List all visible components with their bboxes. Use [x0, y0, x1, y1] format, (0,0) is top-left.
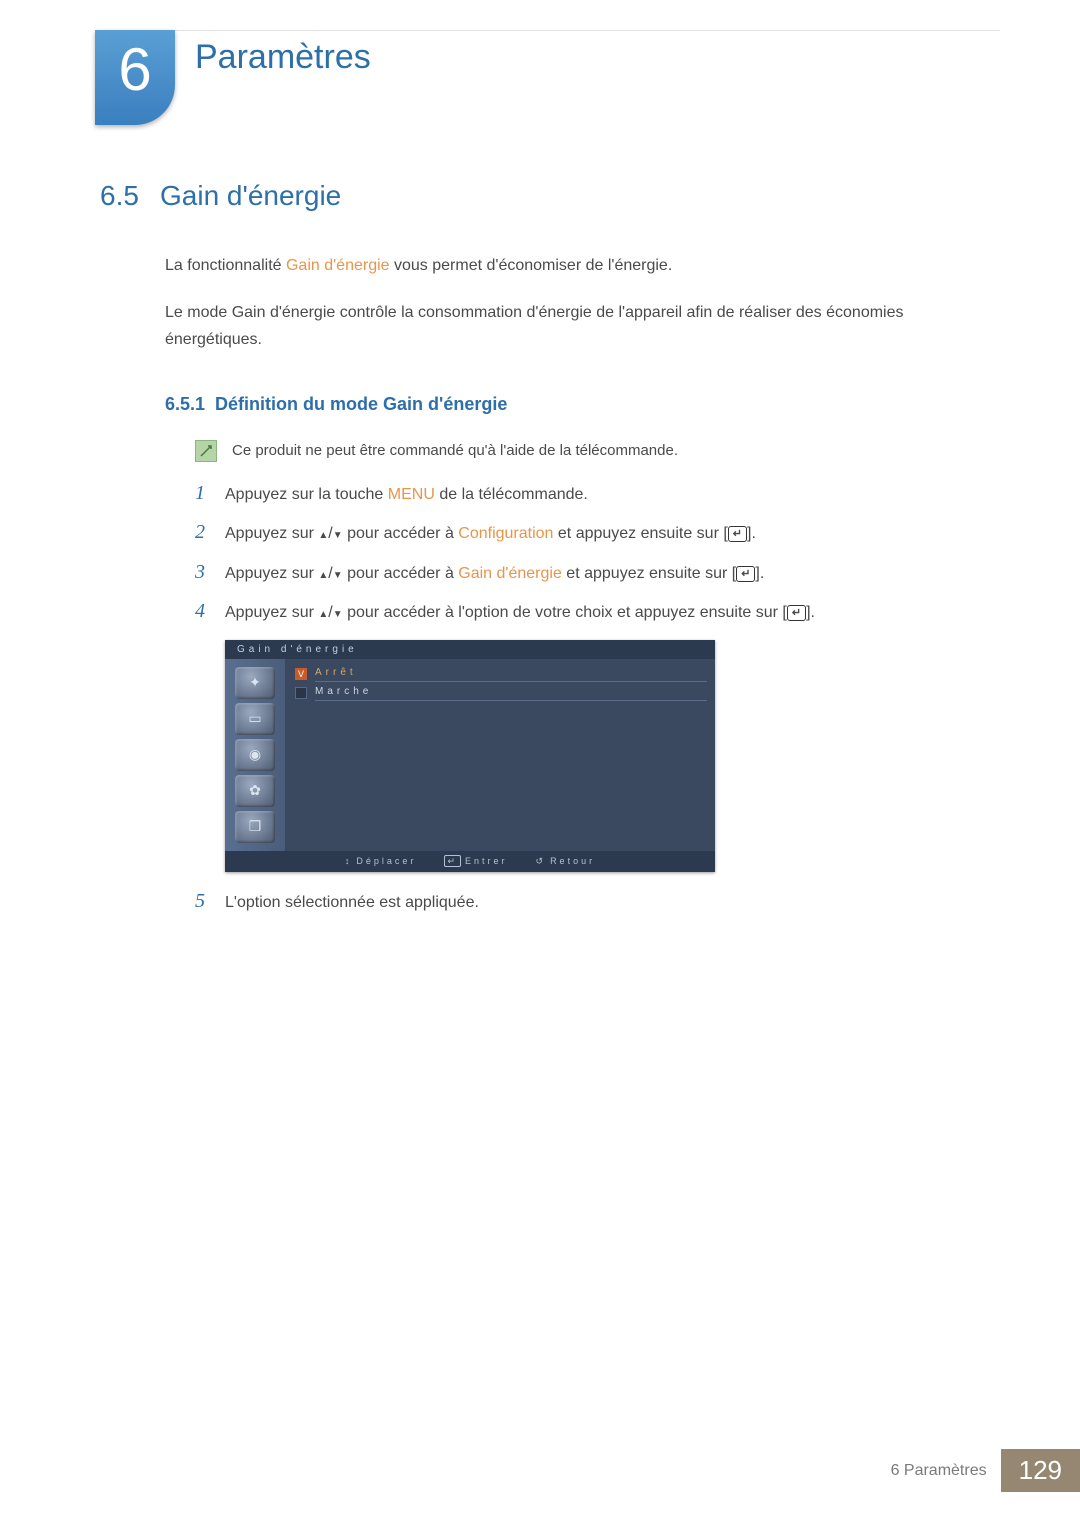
osd-footer: Déplacer Entrer Retour	[225, 851, 715, 872]
list-item: 5 L'option sélectionnée est appliquée.	[195, 890, 1000, 916]
highlight-text: Gain d'énergie	[286, 257, 390, 274]
note-icon	[195, 440, 217, 462]
osd-hint-return: Retour	[536, 856, 596, 867]
list-item: 1 Appuyez sur la touche MENU de la téléc…	[195, 482, 1000, 508]
arrow-down-icon	[333, 604, 343, 621]
osd-option-label: Marche	[315, 686, 707, 701]
subsection-name: Définition du mode Gain d'énergie	[215, 394, 507, 414]
header-divider	[100, 30, 1000, 31]
footer-chapter-label: 6 Paramètres	[877, 1449, 1001, 1492]
enter-icon	[787, 605, 806, 621]
osd-body: ✦ ▭ ◉ ✿ ❐ V Arrêt Marche	[225, 659, 715, 851]
enter-icon	[728, 526, 747, 542]
osd-hint-enter: Entrer	[444, 856, 507, 867]
osd-hint-move: Déplacer	[345, 856, 417, 867]
note-text: Ce produit ne peut être commandé qu'à l'…	[232, 442, 678, 459]
unchecked-icon	[295, 687, 307, 699]
check-icon: V	[295, 668, 307, 680]
osd-option[interactable]: Marche	[295, 684, 707, 703]
chapter-title: Paramètres	[195, 38, 371, 77]
page-number: 129	[1001, 1449, 1080, 1492]
arrow-down-icon	[333, 565, 343, 582]
osd-menu: Gain d'énergie ✦ ▭ ◉ ✿ ❐ V Arrêt Marche	[225, 640, 715, 872]
osd-sidebar-icon: ◉	[235, 739, 275, 771]
section-number: 6.5	[100, 180, 160, 212]
list-item: 2 Appuyez sur / pour accéder à Configura…	[195, 521, 1000, 547]
arrow-up-icon	[318, 525, 328, 542]
section-intro: La fonctionnalité Gain d'énergie vous pe…	[165, 252, 1000, 279]
osd-main: V Arrêt Marche	[285, 659, 715, 851]
osd-sidebar: ✦ ▭ ◉ ✿ ❐	[225, 659, 285, 851]
osd-option-label: Arrêt	[315, 667, 707, 682]
list-item: 3 Appuyez sur / pour accéder à Gain d'én…	[195, 561, 1000, 587]
step-list: 1 Appuyez sur la touche MENU de la téléc…	[195, 482, 1000, 626]
osd-option[interactable]: V Arrêt	[295, 665, 707, 684]
enter-icon	[736, 566, 755, 582]
osd-sidebar-icon: ▭	[235, 703, 275, 735]
arrow-up-icon	[318, 604, 328, 621]
section-name: Gain d'énergie	[160, 180, 341, 211]
osd-sidebar-icon: ❐	[235, 811, 275, 843]
subsection-title: 6.5.1 Définition du mode Gain d'énergie	[165, 394, 1000, 415]
page-content: 6.5Gain d'énergie La fonctionnalité Gain…	[100, 180, 1000, 930]
osd-sidebar-icon: ✦	[235, 667, 275, 699]
note-row: Ce produit ne peut être commandé qu'à l'…	[195, 440, 1000, 462]
arrow-up-icon	[318, 565, 328, 582]
osd-sidebar-icon: ✿	[235, 775, 275, 807]
subsection-number: 6.5.1	[165, 394, 205, 414]
step-list-continued: 5 L'option sélectionnée est appliquée.	[195, 890, 1000, 916]
arrow-down-icon	[333, 525, 343, 542]
section-title: 6.5Gain d'énergie	[100, 180, 1000, 212]
chapter-number: 6	[118, 35, 151, 104]
osd-title: Gain d'énergie	[225, 640, 715, 659]
section-desc: Le mode Gain d'énergie contrôle la conso…	[165, 299, 1000, 353]
chapter-badge: 6	[95, 30, 175, 125]
list-item: 4 Appuyez sur / pour accéder à l'option …	[195, 600, 1000, 626]
page-footer: 6 Paramètres 129	[877, 1449, 1080, 1492]
